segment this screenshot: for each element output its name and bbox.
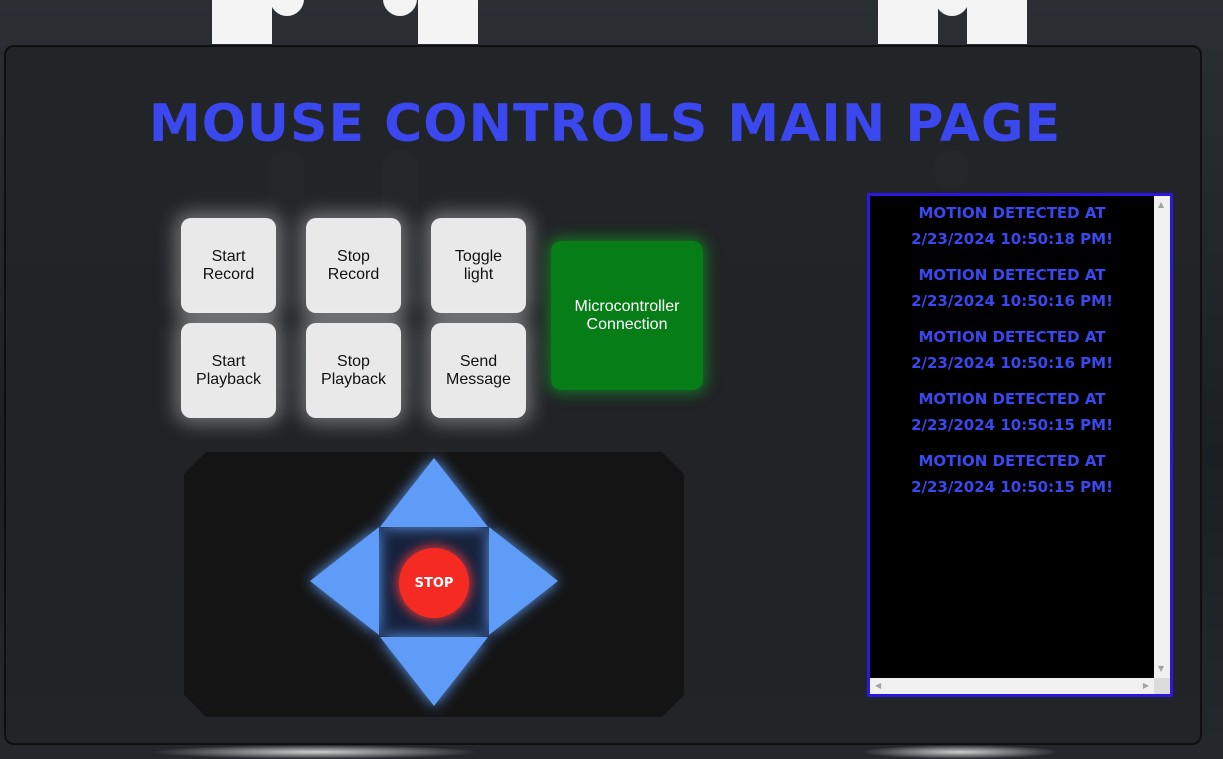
arrow-left-icon[interactable]: [310, 527, 379, 635]
bg-dot: [270, 0, 304, 16]
motion-log[interactable]: MOTION DETECTED AT 2/23/2024 10:50:18 PM…: [867, 193, 1173, 697]
bg-pillar: [212, 0, 272, 44]
vertical-scrollbar[interactable]: ▲ ▼: [1154, 196, 1170, 678]
start-record-button[interactable]: Start Record: [181, 218, 276, 313]
arrow-right-icon[interactable]: [489, 527, 558, 635]
bg-pillar: [878, 0, 938, 44]
scroll-corner: [1154, 678, 1170, 694]
log-entry: MOTION DETECTED AT 2/23/2024 10:50:15 PM…: [911, 390, 1113, 434]
microcontroller-connection-button[interactable]: Microcontroller Connection: [551, 241, 703, 390]
arrow-up-icon[interactable]: [380, 458, 488, 527]
horizontal-scrollbar[interactable]: ◀ ▶: [870, 678, 1154, 694]
bg-floor: [860, 745, 1060, 759]
log-entry: MOTION DETECTED AT 2/23/2024 10:50:16 PM…: [911, 266, 1113, 310]
log-entry: MOTION DETECTED AT 2/23/2024 10:50:18 PM…: [911, 204, 1113, 248]
bg-dot: [935, 0, 969, 16]
bg-floor: [150, 745, 480, 759]
log-entry: MOTION DETECTED AT 2/23/2024 10:50:16 PM…: [911, 328, 1113, 372]
page-title: MOUSE CONTROLS MAIN PAGE: [148, 94, 1062, 154]
stop-button[interactable]: STOP: [399, 548, 469, 618]
scroll-down-icon[interactable]: ▼: [1158, 665, 1164, 673]
toggle-light-button[interactable]: Toggle light: [431, 218, 526, 313]
stop-record-button[interactable]: Stop Record: [306, 218, 401, 313]
motion-log-content: MOTION DETECTED AT 2/23/2024 10:50:18 PM…: [870, 196, 1154, 682]
scroll-left-icon[interactable]: ◀: [875, 682, 881, 690]
bg-pillar: [967, 0, 1027, 44]
send-message-button[interactable]: Send Message: [431, 323, 526, 418]
bg-pillar: [418, 0, 478, 44]
scroll-up-icon[interactable]: ▲: [1158, 201, 1164, 209]
log-entry: MOTION DETECTED AT 2/23/2024 10:50:15 PM…: [911, 452, 1113, 496]
scroll-right-icon[interactable]: ▶: [1143, 682, 1149, 690]
arrow-down-icon[interactable]: [380, 637, 488, 706]
start-playback-button[interactable]: Start Playback: [181, 323, 276, 418]
stop-playback-button[interactable]: Stop Playback: [306, 323, 401, 418]
bg-dot: [383, 0, 417, 16]
